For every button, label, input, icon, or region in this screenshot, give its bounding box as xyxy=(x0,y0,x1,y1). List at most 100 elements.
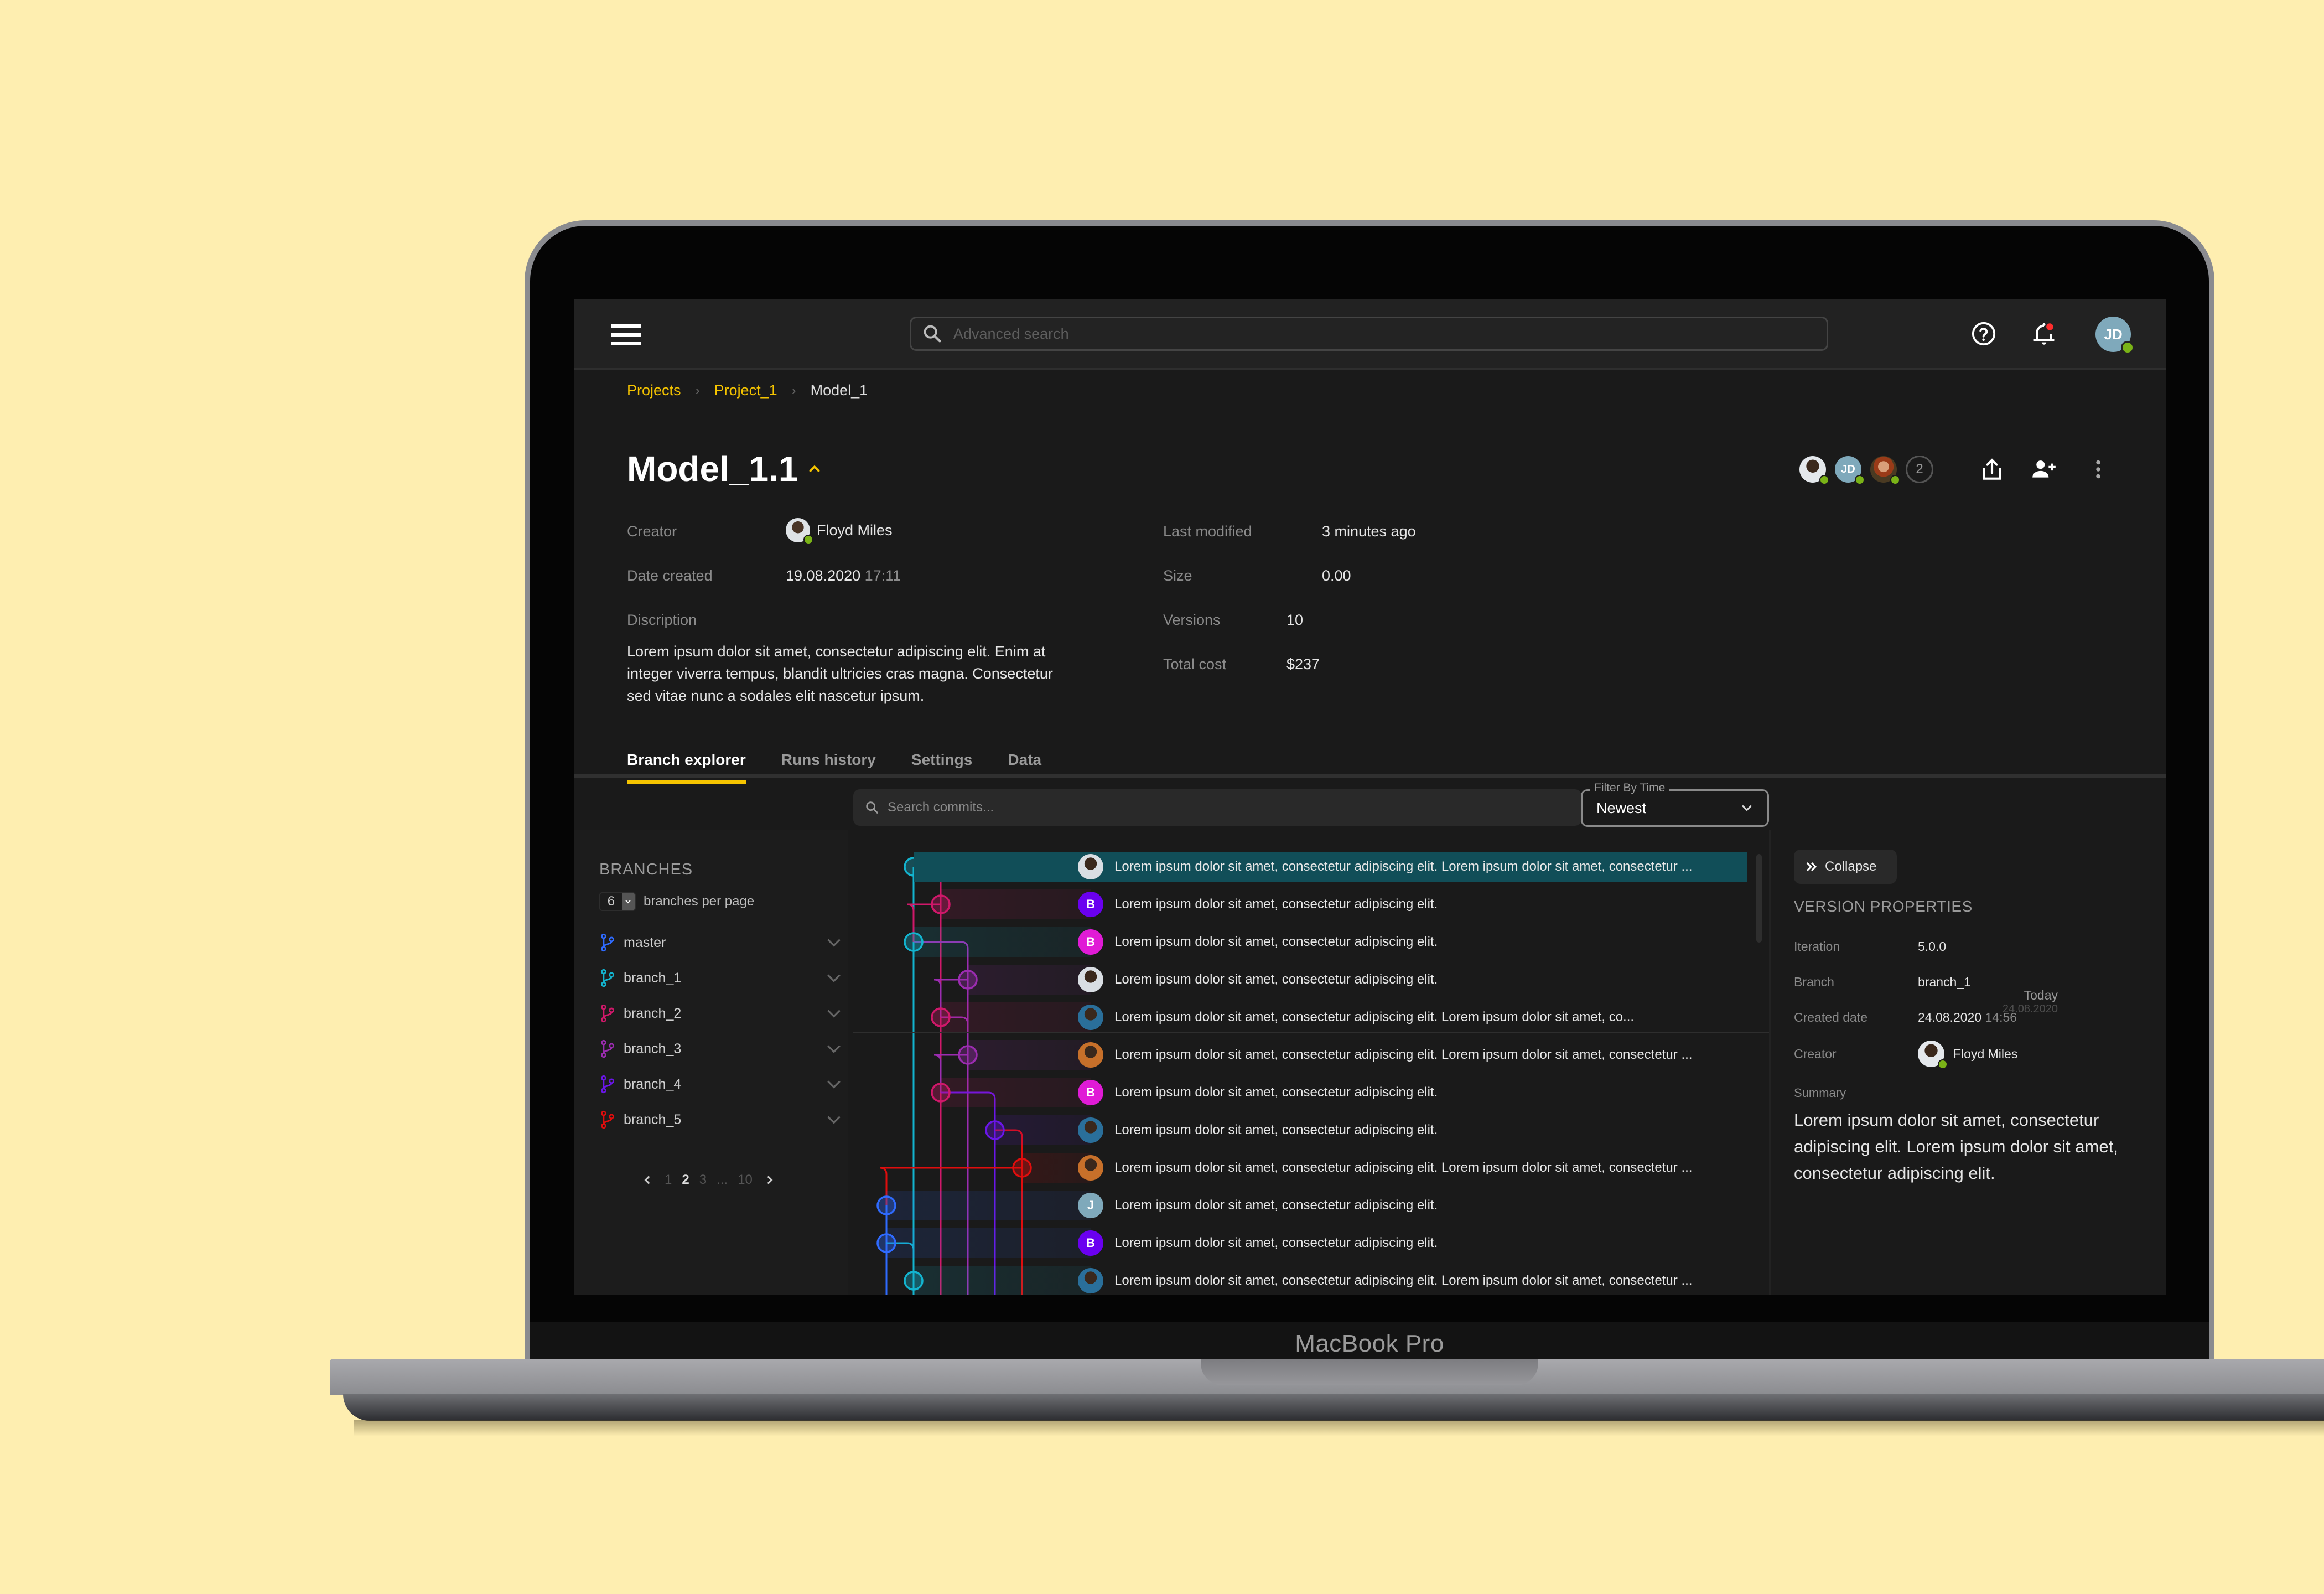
branch-item[interactable]: branch_2 xyxy=(599,996,843,1031)
chevron-down-icon[interactable] xyxy=(825,1114,843,1126)
more-collaborators-count[interactable]: 2 xyxy=(1906,456,1933,483)
commit-row[interactable]: Lorem ipsum dolor sit amet, consectetur … xyxy=(1078,965,1438,995)
filter-label: Filter By Time xyxy=(1590,782,1670,795)
chevron-right-icon[interactable] xyxy=(762,1173,777,1187)
commit-list-scrollbar[interactable] xyxy=(1756,854,1762,943)
commit-row[interactable]: J Lorem ipsum dolor sit amet, consectetur… xyxy=(1078,1191,1438,1220)
row-lane-highlight xyxy=(914,927,1091,957)
collaborator-avatar[interactable]: JD xyxy=(1835,456,1865,485)
property-time: 14:56 xyxy=(1985,1010,2017,1024)
tab-settings[interactable]: Settings xyxy=(911,751,972,780)
commit-avatar xyxy=(1078,854,1103,879)
row-lane-highlight xyxy=(914,1266,1091,1295)
share-icon[interactable] xyxy=(1978,456,2006,483)
commit-avatar-initials: B xyxy=(1086,1236,1095,1250)
branch-name: branch_3 xyxy=(624,1041,682,1057)
branches-per-page: 6 branches per page xyxy=(599,892,754,911)
commit-row[interactable]: Lorem ipsum dolor sit amet, consectetur … xyxy=(1078,1153,1692,1183)
commit-row[interactable]: B Lorem ipsum dolor sit amet, consectetur… xyxy=(1078,927,1438,957)
creator-avatar xyxy=(786,518,813,545)
row-lane-highlight xyxy=(995,1115,1091,1145)
commit-row[interactable]: Lorem ipsum dolor sit amet, consectetur … xyxy=(1078,1002,1634,1032)
breadcrumb-project[interactable]: Project_1 xyxy=(714,382,777,399)
collaborators[interactable]: JD 2 xyxy=(1799,456,1933,485)
commit-message: Lorem ipsum dolor sit amet, consectetur … xyxy=(1114,1122,1438,1137)
laptop-notch xyxy=(1201,1359,1538,1385)
property-key: Iteration xyxy=(1794,939,1840,954)
collapse-label: Collapse xyxy=(1825,859,1877,874)
help-circle-icon[interactable] xyxy=(1971,321,1996,346)
hamburger-icon[interactable] xyxy=(611,324,641,345)
chevron-down-icon[interactable] xyxy=(825,972,843,984)
advanced-search-input[interactable]: Advanced search xyxy=(910,317,1828,351)
git-branch-icon xyxy=(601,969,614,987)
page-3[interactable]: 3 xyxy=(699,1172,707,1188)
commit-row[interactable]: B Lorem ipsum dolor sit amet, consectetur… xyxy=(1078,1228,1438,1258)
collaborator-avatar[interactable] xyxy=(1870,456,1900,485)
commit-message: Lorem ipsum dolor sit amet, consectetur … xyxy=(1114,1273,1693,1288)
date-marker-label: Today xyxy=(2024,988,2058,1002)
branch-item[interactable]: branch_3 xyxy=(599,1031,843,1067)
page-2[interactable]: 2 xyxy=(682,1172,689,1188)
branches-title: BRANCHES xyxy=(599,861,693,878)
date-created-time: 17:11 xyxy=(864,567,901,584)
chevron-down-icon[interactable] xyxy=(825,936,843,949)
tab-data[interactable]: Data xyxy=(1008,751,1041,780)
add-user-icon[interactable] xyxy=(2030,456,2058,483)
last-modified-value: 3 minutes ago xyxy=(1322,523,1416,540)
total-cost-value: $237 xyxy=(1286,656,1320,672)
page-10[interactable]: 10 xyxy=(738,1172,753,1188)
date-divider xyxy=(853,1032,1769,1033)
commit-message: Lorem ipsum dolor sit amet, consectetur … xyxy=(1114,934,1438,949)
chevron-up-icon[interactable] xyxy=(806,460,823,477)
chevron-down-icon[interactable] xyxy=(825,1007,843,1019)
chevron-down-icon[interactable] xyxy=(825,1043,843,1055)
date-created-label: Date created xyxy=(627,567,713,584)
chevron-down-icon[interactable] xyxy=(1739,800,1755,816)
chevron-down-icon[interactable] xyxy=(825,1078,843,1090)
online-status-dot xyxy=(2121,341,2134,354)
commit-row[interactable]: Lorem ipsum dolor sit amet, consectetur … xyxy=(1078,1115,1438,1145)
property-created-date: Created date 24.08.2020 14:56 xyxy=(1794,1010,2017,1025)
user-avatar[interactable]: JD xyxy=(2095,317,2134,354)
tab-bar: Branch explorer Runs history Settings Da… xyxy=(627,751,1041,784)
property-value: Floyd Miles xyxy=(1953,1046,2018,1061)
commit-avatar xyxy=(1078,1268,1103,1293)
online-status-dot xyxy=(803,535,813,545)
branch-item[interactable]: branch_1 xyxy=(599,960,843,996)
branch-name: master xyxy=(624,934,666,950)
tab-branch-explorer[interactable]: Branch explorer xyxy=(627,751,746,784)
commit-search-input[interactable]: Search commits... xyxy=(853,789,1581,826)
commit-row[interactable]: B Lorem ipsum dolor sit amet, consectetur… xyxy=(1078,1078,1438,1107)
per-page-select[interactable]: 6 xyxy=(599,892,636,911)
more-vertical-icon[interactable] xyxy=(2084,456,2112,483)
date-created-value: 19.08.2020 17:11 xyxy=(786,567,901,584)
commit-row[interactable]: Lorem ipsum dolor sit amet, consectetur … xyxy=(1078,852,1692,882)
chevron-down-icon[interactable] xyxy=(621,893,635,910)
online-status-dot xyxy=(1938,1059,1948,1069)
breadcrumb: Projects › Project_1 › Model_1 xyxy=(627,382,868,399)
commit-row[interactable]: Lorem ipsum dolor sit amet, consectetur … xyxy=(1078,1266,1692,1295)
property-value: branch_1 xyxy=(1918,975,1971,989)
commit-avatar xyxy=(1078,1005,1103,1030)
commit-avatar: B xyxy=(1078,1230,1103,1256)
branch-item[interactable]: master xyxy=(599,925,843,960)
collaborator-avatar[interactable] xyxy=(1799,456,1829,485)
commit-row[interactable]: B Lorem ipsum dolor sit amet, consectetur… xyxy=(1078,889,1438,919)
branch-name: branch_5 xyxy=(624,1111,682,1127)
row-lane-highlight xyxy=(941,1002,1091,1032)
row-lane-highlight xyxy=(968,1040,1091,1070)
branch-item[interactable]: branch_5 xyxy=(599,1102,843,1137)
breadcrumb-projects[interactable]: Projects xyxy=(627,382,681,399)
branch-item[interactable]: branch_4 xyxy=(599,1067,843,1102)
commit-row[interactable]: Lorem ipsum dolor sit amet, consectetur … xyxy=(1078,1040,1692,1070)
page-1[interactable]: 1 xyxy=(665,1172,672,1188)
bell-icon[interactable] xyxy=(2030,320,2058,348)
search-icon xyxy=(866,801,878,814)
breadcrumb-separator-icon: › xyxy=(791,382,796,398)
tab-runs-history[interactable]: Runs history xyxy=(781,751,876,780)
collapse-button[interactable]: Collapse xyxy=(1794,850,1897,884)
branch-pagination: 1 2 3 ... 10 xyxy=(640,1172,777,1188)
chevron-left-icon[interactable] xyxy=(640,1173,655,1187)
size-label: Size xyxy=(1163,567,1192,584)
